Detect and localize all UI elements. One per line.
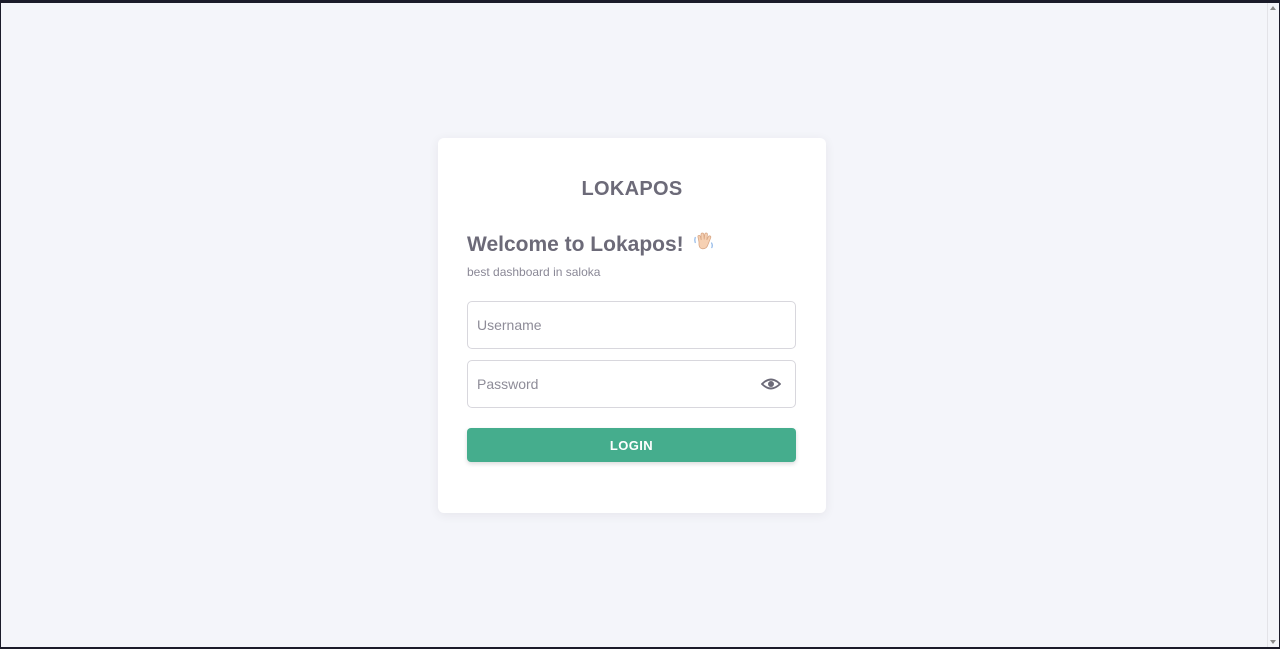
page-scrollbar[interactable]: [1267, 3, 1279, 647]
welcome-text: Welcome to Lokapos!: [467, 233, 684, 256]
eye-icon[interactable]: [760, 376, 782, 392]
username-input[interactable]: [477, 302, 747, 348]
welcome-heading: Welcome to Lokapos!: [467, 229, 716, 259]
password-input[interactable]: [477, 361, 747, 407]
scroll-up-icon[interactable]: [1270, 6, 1276, 10]
scroll-down-icon[interactable]: [1270, 640, 1276, 644]
page-background: LOKAPOS Welcome to Lokapos! best dashboa…: [1, 3, 1279, 647]
login-card: LOKAPOS Welcome to Lokapos! best dashboa…: [438, 138, 826, 513]
password-field: [467, 360, 796, 408]
login-subtitle: best dashboard in saloka: [467, 265, 601, 279]
username-field: [467, 301, 796, 349]
brand-logo-text: LOKAPOS: [581, 178, 683, 200]
waving-hand-icon: [692, 229, 716, 259]
login-button[interactable]: LOGIN: [467, 428, 796, 462]
